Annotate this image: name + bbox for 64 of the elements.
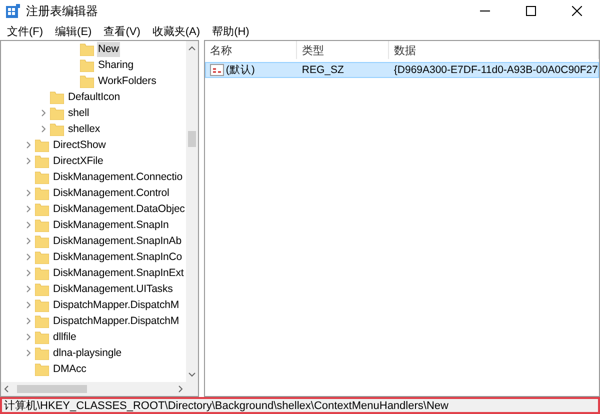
folder-icon — [35, 186, 49, 200]
folder-icon — [80, 58, 94, 72]
menu-item[interactable]: 编辑(E) — [50, 24, 97, 38]
menu-item[interactable]: 文件(F) — [2, 24, 48, 38]
tree-item[interactable]: DirectXFile — [52, 154, 104, 168]
key-path: 计算机\HKEY_CLASSES_ROOT\Directory\Background\shellex\ContextMenuHandlers\New — [4, 399, 448, 413]
folder-icon — [35, 346, 49, 360]
tree-item[interactable]: WorkFolders — [97, 74, 158, 88]
folder-icon — [35, 234, 49, 248]
table-cell: (默认) — [226, 63, 255, 77]
tree-item[interactable]: shellex — [67, 122, 101, 136]
tree-item[interactable]: dllfile — [52, 330, 78, 344]
tree-item[interactable]: DiskManagement.SnapInExt — [52, 266, 185, 280]
tree-item[interactable]: DiskManagement.SnapInAb — [52, 234, 182, 248]
registry-app-icon — [6, 4, 20, 18]
column-header[interactable]: 名称 — [204, 41, 297, 59]
folder-icon — [80, 74, 94, 88]
folder-icon — [35, 266, 49, 280]
folder-icon — [35, 170, 49, 184]
tree-item[interactable]: shell — [67, 106, 90, 120]
vertical-scrollbar[interactable] — [186, 41, 198, 382]
tree-item[interactable]: DiskManagement.UITasks — [52, 282, 174, 296]
table-cell: REG_SZ — [302, 64, 344, 76]
table-cell: {D969A300-E7DF-11d0-A93B-00A0C90F27 — [394, 64, 598, 76]
tree-item[interactable]: DispatchMapper.DispatchM — [52, 314, 180, 328]
close-icon — [572, 6, 582, 16]
column-header[interactable]: 数据 — [388, 41, 599, 59]
folder-icon — [50, 106, 64, 120]
folder-icon — [35, 138, 49, 152]
tree-item[interactable]: DiskManagement.DataObjec — [52, 202, 186, 216]
folder-icon — [35, 298, 49, 312]
folder-icon — [35, 314, 49, 328]
maximize-icon — [526, 6, 536, 16]
folder-icon — [35, 282, 49, 296]
folder-icon — [80, 42, 94, 56]
folder-icon — [35, 202, 49, 216]
tree-item[interactable]: dlna-playsingle — [52, 346, 123, 360]
window-title: 注册表编辑器 — [26, 2, 98, 20]
tree-item[interactable]: DirectShow — [52, 138, 107, 152]
tree-item[interactable]: DefaultIcon — [67, 90, 122, 104]
scrollbar-thumb[interactable] — [17, 385, 87, 393]
tree-item[interactable]: DispatchMapper.DispatchM — [52, 298, 180, 312]
menu-item[interactable]: 查看(V) — [98, 24, 146, 38]
folder-icon — [35, 250, 49, 264]
menu-item[interactable]: 收藏夹(A) — [147, 24, 206, 38]
column-header[interactable]: 类型 — [296, 41, 389, 59]
string-value-icon — [210, 64, 224, 76]
folder-icon — [50, 122, 64, 136]
folder-icon — [50, 90, 64, 104]
tree-item[interactable]: Sharing — [97, 58, 134, 72]
value-row[interactable]: (默认) REG_SZ {D969A300-E7DF-11d0-A93B-00A0C90F27 — [204, 62, 599, 78]
folder-icon — [35, 154, 49, 168]
folder-icon — [35, 218, 49, 232]
tree-item[interactable]: DiskManagement.Connectio — [52, 170, 184, 184]
tree-item[interactable]: DiskManagement.SnapIn — [52, 218, 170, 232]
tree-item[interactable]: DiskManagement.Control — [52, 186, 170, 200]
folder-icon — [35, 362, 49, 376]
tree-item[interactable]: DiskManagement.SnapInCo — [52, 250, 184, 264]
horizontal-scrollbar[interactable] — [1, 382, 198, 396]
tree-item[interactable]: New — [97, 42, 120, 56]
scrollbar-thumb[interactable] — [188, 131, 196, 147]
folder-icon — [35, 330, 49, 344]
menu-item[interactable]: 帮助(H) — [207, 24, 254, 38]
tree-item[interactable]: DMAcc — [52, 362, 88, 376]
